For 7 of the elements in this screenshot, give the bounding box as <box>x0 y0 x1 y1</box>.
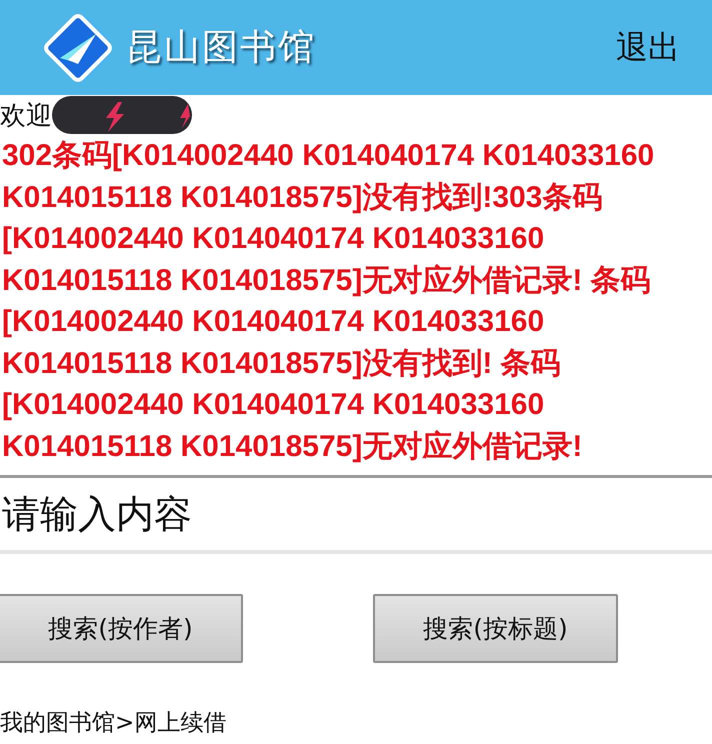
search-button[interactable]: 搜索(按标题) <box>373 594 618 663</box>
error-message: 302条码[K014002440 K014040174 K014033160 K014015118 K014018575]没有找到!303条码[K014002440 K014040174 K014033160 K014015118 K014018575]无对应外借记录! 条码[K014002440 K014040174 K014033160 K014015118 K014018575]没有找到! 条码[K014002440 K014040174 K014033160 K014015118 K014018575]无对应外借记录! <box>1 138 656 464</box>
app-title: 昆山图书馆 <box>126 26 316 70</box>
breadcrumb: 我的图书馆>网上续借 <box>0 709 228 738</box>
search-button[interactable]: 搜索(按作者) <box>0 594 243 663</box>
welcome-text: 欢迎 <box>0 100 52 132</box>
logout-button[interactable]: 退出 <box>616 26 680 70</box>
